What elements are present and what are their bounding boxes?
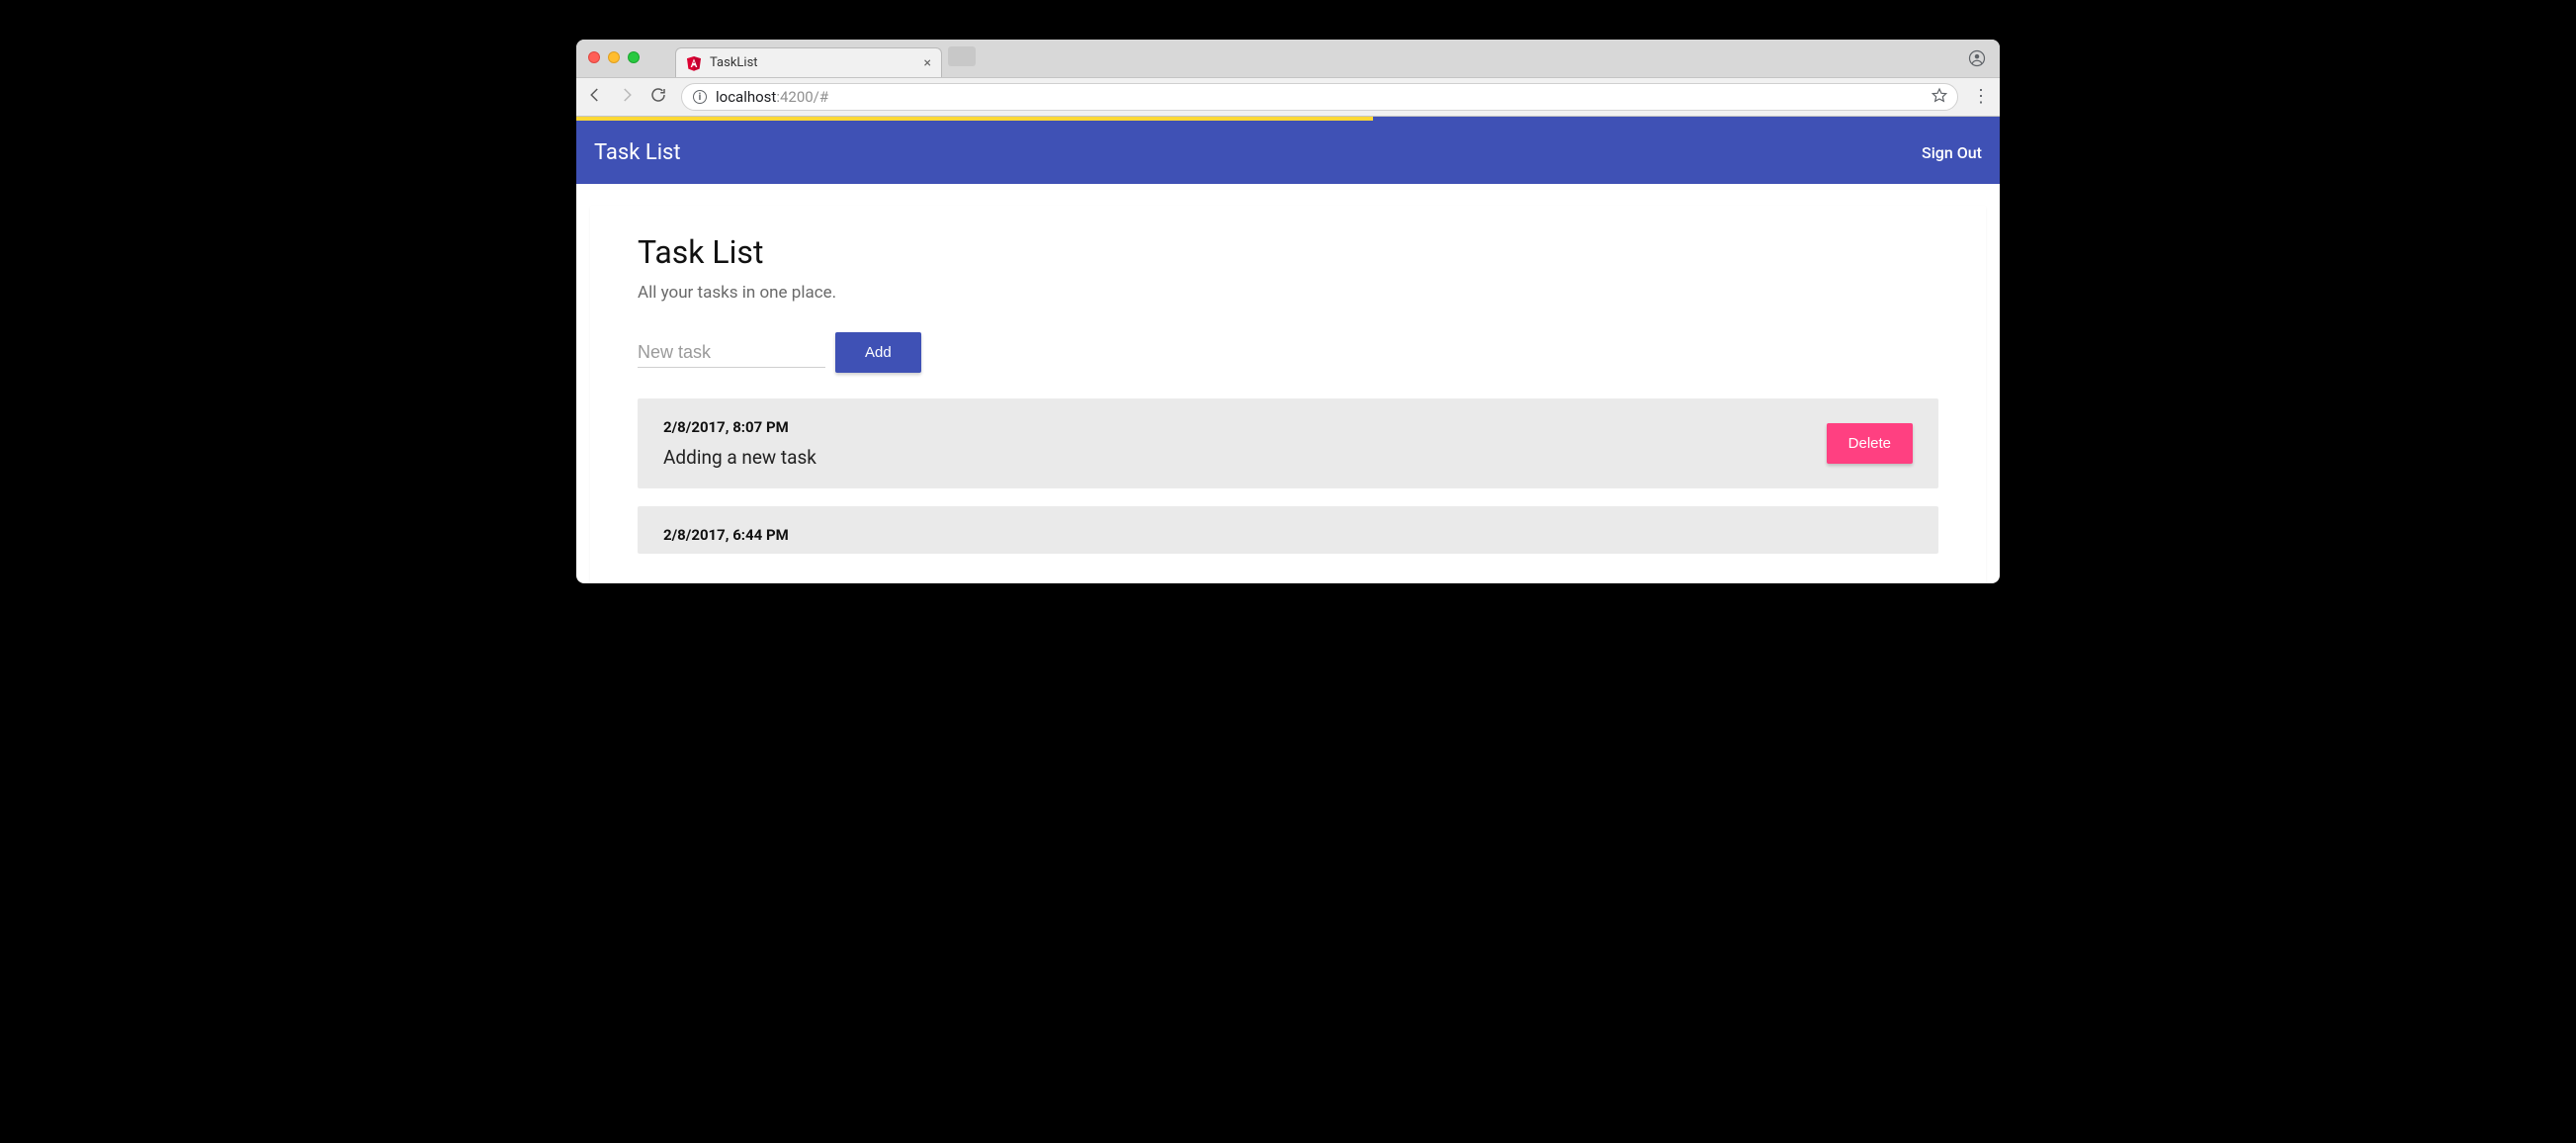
browser-address-bar: i localhost:4200/# ⋮ xyxy=(576,77,2000,117)
app-header: Task List Sign Out xyxy=(576,121,2000,184)
reload-button[interactable] xyxy=(649,86,667,108)
nav-buttons xyxy=(586,86,667,108)
add-task-row: Add xyxy=(638,332,1938,373)
loading-bar-fill xyxy=(576,117,1373,121)
url-text: localhost:4200/# xyxy=(716,88,828,106)
sign-out-link[interactable]: Sign Out xyxy=(1922,143,1982,162)
browser-window: TaskList × i localhost:4200/# ⋮ xyxy=(576,40,2000,583)
new-task-input[interactable] xyxy=(638,338,825,368)
task-timestamp: 2/8/2017, 8:07 PM xyxy=(663,418,1827,436)
bookmark-icon[interactable] xyxy=(1932,87,1947,107)
loading-bar xyxy=(576,117,2000,121)
browser-menu-icon[interactable]: ⋮ xyxy=(1972,88,1990,106)
site-info-icon[interactable]: i xyxy=(692,89,708,105)
window-controls xyxy=(588,51,640,63)
angular-icon xyxy=(686,55,702,71)
maximize-window-icon[interactable] xyxy=(628,51,640,63)
page-subtitle: All your tasks in one place. xyxy=(638,283,1938,303)
task-row: 2/8/2017, 8:07 PM Adding a new task Dele… xyxy=(638,398,1938,488)
task-meta: 2/8/2017, 6:44 PM xyxy=(663,526,1913,554)
task-card: Task List All your tasks in one place. A… xyxy=(590,206,1986,583)
delete-button[interactable]: Delete xyxy=(1827,423,1913,464)
tab-title: TaskList xyxy=(710,55,758,70)
task-meta: 2/8/2017, 8:07 PM Adding a new task xyxy=(663,418,1827,469)
app-title: Task List xyxy=(594,140,681,165)
close-tab-icon[interactable]: × xyxy=(924,56,931,70)
add-button[interactable]: Add xyxy=(835,332,921,373)
profile-icon[interactable] xyxy=(1968,49,1986,67)
browser-tab[interactable]: TaskList × xyxy=(675,47,942,77)
back-button[interactable] xyxy=(586,86,604,108)
task-timestamp: 2/8/2017, 6:44 PM xyxy=(663,526,1913,544)
minimize-window-icon[interactable] xyxy=(608,51,620,63)
browser-tabbar: TaskList × xyxy=(576,40,2000,77)
url-host: localhost xyxy=(716,88,776,106)
content-area: Task List All your tasks in one place. A… xyxy=(576,184,2000,583)
task-text: Adding a new task xyxy=(663,446,1827,469)
new-tab-button[interactable] xyxy=(948,46,976,66)
page-title: Task List xyxy=(638,233,1938,271)
close-window-icon[interactable] xyxy=(588,51,600,63)
forward-button xyxy=(618,86,636,108)
url-port-path: :4200/# xyxy=(776,88,828,106)
task-row: 2/8/2017, 6:44 PM xyxy=(638,506,1938,554)
url-input[interactable]: i localhost:4200/# xyxy=(681,83,1958,111)
